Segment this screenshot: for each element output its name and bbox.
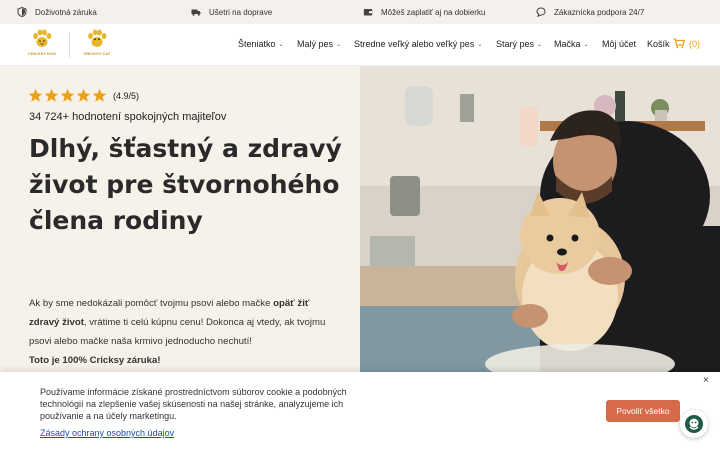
topbar-shipping-label: Ušetri na doprave — [209, 7, 273, 17]
rating-stars: (4.9/5) — [28, 88, 139, 103]
rating-value: (4.9/5) — [113, 90, 140, 101]
wallet-icon — [363, 9, 373, 16]
star-icon — [60, 88, 75, 102]
nav-item-puppy[interactable]: Šteniatko ⌄ — [238, 39, 284, 49]
top-info-bar: Doživotná záruka Ušetri na doprave Môžeš… — [0, 0, 720, 24]
paw-logo-icon — [88, 29, 107, 47]
hero-photo-illustration — [360, 66, 720, 376]
paw-logo-icon — [33, 29, 52, 47]
logo-cat-text: CRICKSY CAT — [83, 51, 111, 56]
chevron-down-icon: ⌄ — [583, 41, 589, 48]
star-icon — [28, 88, 43, 102]
cookie-text: Používame informácie získané prostredníc… — [40, 387, 347, 421]
nav-item-old-dog[interactable]: Starý pes ⌄ — [496, 39, 542, 49]
nav-item-medium-large-dog[interactable]: Stredne veľký alebo veľký pes ⌄ — [354, 39, 482, 49]
nav-label: Stredne veľký alebo veľký pes — [354, 39, 475, 49]
chat-icon — [685, 415, 703, 433]
nav-item-small-dog[interactable]: Malý pes ⌄ — [297, 39, 341, 49]
star-icon — [44, 88, 59, 102]
para-text-1: Ak by sme nedokázali pomôcť tvojmu psovi… — [29, 298, 274, 309]
privacy-policy-link[interactable]: Zásady ochrany osobných údajov — [40, 428, 174, 438]
nav-item-account[interactable]: Môj účet — [602, 39, 636, 49]
nav-item-cart[interactable]: Košík — [647, 39, 670, 49]
guarantee-text: Toto je 100% Cricksy záruka! — [29, 355, 161, 366]
allow-all-button[interactable]: Povoliť všetko — [606, 400, 680, 422]
chevron-down-icon: ⌄ — [336, 41, 342, 48]
nav-label: Starý pes — [496, 39, 535, 49]
logo-dog-text: CRICKSY DOG — [27, 51, 57, 56]
cart-count: (0) — [689, 38, 700, 49]
topbar-item-guarantee: Doživotná záruka — [17, 0, 97, 24]
topbar-guarantee-label: Doživotná záruka — [35, 7, 97, 17]
logo-divider — [69, 32, 70, 58]
topbar-support-label: Zákaznícka podpora 24/7 — [554, 7, 645, 17]
chevron-down-icon: ⌄ — [278, 41, 284, 48]
close-icon[interactable]: × — [703, 375, 709, 386]
hero-headline: Dlhý, šťastný a zdravý život pre štvorno… — [29, 134, 342, 235]
nav-label: Malý pes — [297, 39, 334, 49]
nav-label: Mačka — [554, 39, 581, 49]
star-icon — [76, 88, 91, 102]
topbar-item-cod: Môžeš zaplatiť aj na dobierku — [363, 0, 485, 24]
logo-cricksy-dog[interactable]: CRICKSY DOG — [27, 28, 57, 62]
cart-icon — [673, 38, 685, 49]
logo-cricksy-cat[interactable]: CRICKSY CAT — [82, 28, 112, 62]
chat-widget-button[interactable] — [680, 410, 708, 438]
nav-label: Môj účet — [602, 39, 637, 49]
chat-icon — [536, 7, 546, 17]
nav-item-cat[interactable]: Mačka ⌄ — [554, 39, 589, 49]
cart-button[interactable]: (0) — [673, 38, 700, 49]
chevron-down-icon: ⌄ — [537, 41, 543, 48]
chevron-down-icon: ⌄ — [477, 41, 483, 48]
topbar-item-shipping: Ušetri na doprave — [191, 0, 272, 24]
review-count: 34 724+ hodnotení spokojných majiteľov — [29, 111, 227, 123]
hero-paragraph: Ak by sme nedokázali pomôcť tvojmu psovi… — [29, 294, 339, 370]
hero-photo — [360, 66, 720, 376]
truck-icon — [191, 9, 201, 16]
topbar-item-support: Zákaznícka podpora 24/7 — [536, 0, 644, 24]
nav-label: Šteniatko — [238, 39, 276, 49]
cookie-banner: Používame informácie získané prostredníc… — [0, 372, 720, 450]
shield-icon — [17, 7, 27, 17]
nav-label: Košík — [647, 39, 670, 49]
site-header: CRICKSY DOG CRICKSY CAT Šteniatko ⌄ Malý… — [0, 24, 720, 66]
topbar-cod-label: Môžeš zaplatiť aj na dobierku — [381, 7, 486, 17]
star-icon — [92, 88, 107, 102]
